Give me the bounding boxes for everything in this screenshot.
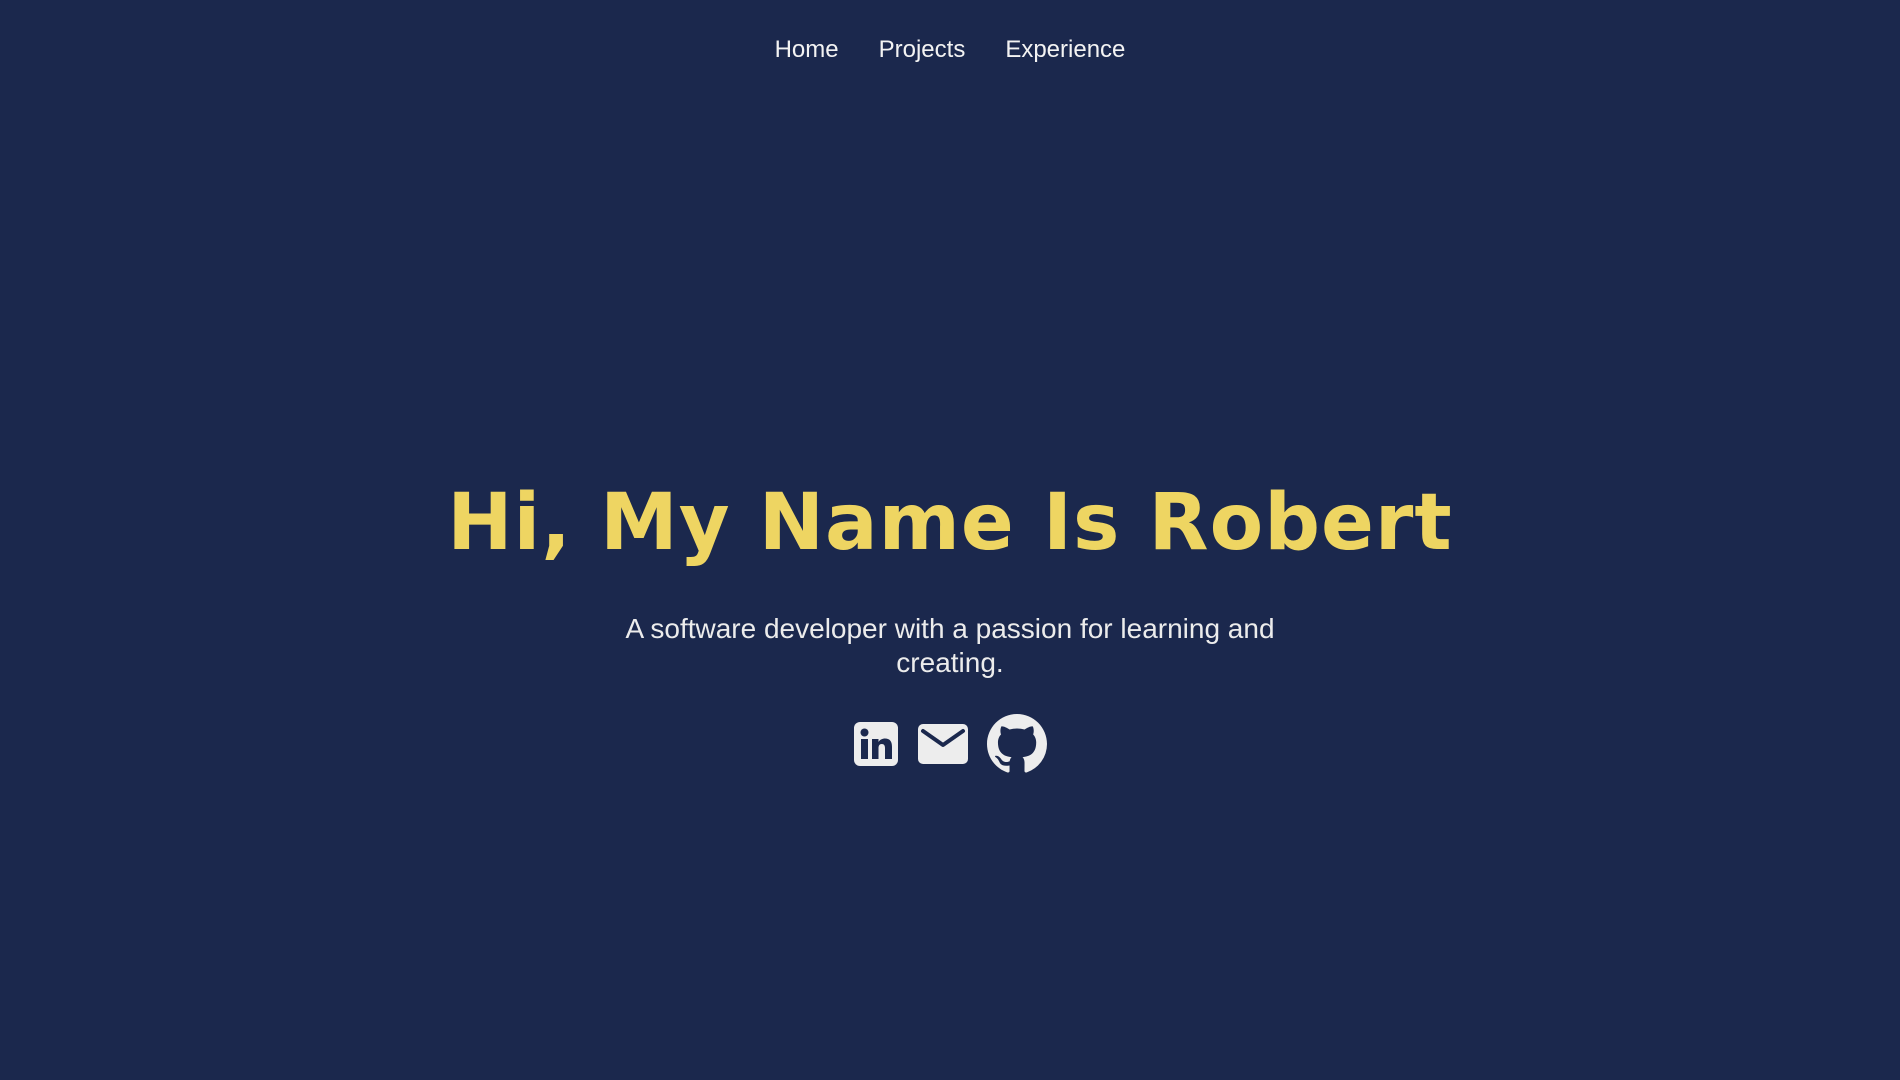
hero-tagline: A software developer with a passion for … — [625, 613, 1275, 678]
top-nav: Home Projects Experience — [0, 34, 1900, 66]
github-icon — [987, 714, 1047, 779]
page: Home Projects Experience Hi, My Name Is … — [0, 0, 1900, 1080]
nav-item-home[interactable]: Home — [775, 34, 839, 66]
nav-item-projects[interactable]: Projects — [879, 34, 966, 66]
github-link[interactable] — [987, 714, 1047, 779]
nav-item-experience[interactable]: Experience — [1005, 34, 1125, 66]
linkedin-icon — [853, 721, 899, 772]
social-links — [0, 714, 1900, 779]
hero-section: Hi, My Name Is Robert A software develop… — [0, 468, 1900, 779]
email-link[interactable] — [917, 723, 969, 770]
mail-icon — [917, 723, 969, 770]
linkedin-link[interactable] — [853, 721, 899, 772]
hero-title: Hi, My Name Is Robert — [447, 478, 1453, 568]
